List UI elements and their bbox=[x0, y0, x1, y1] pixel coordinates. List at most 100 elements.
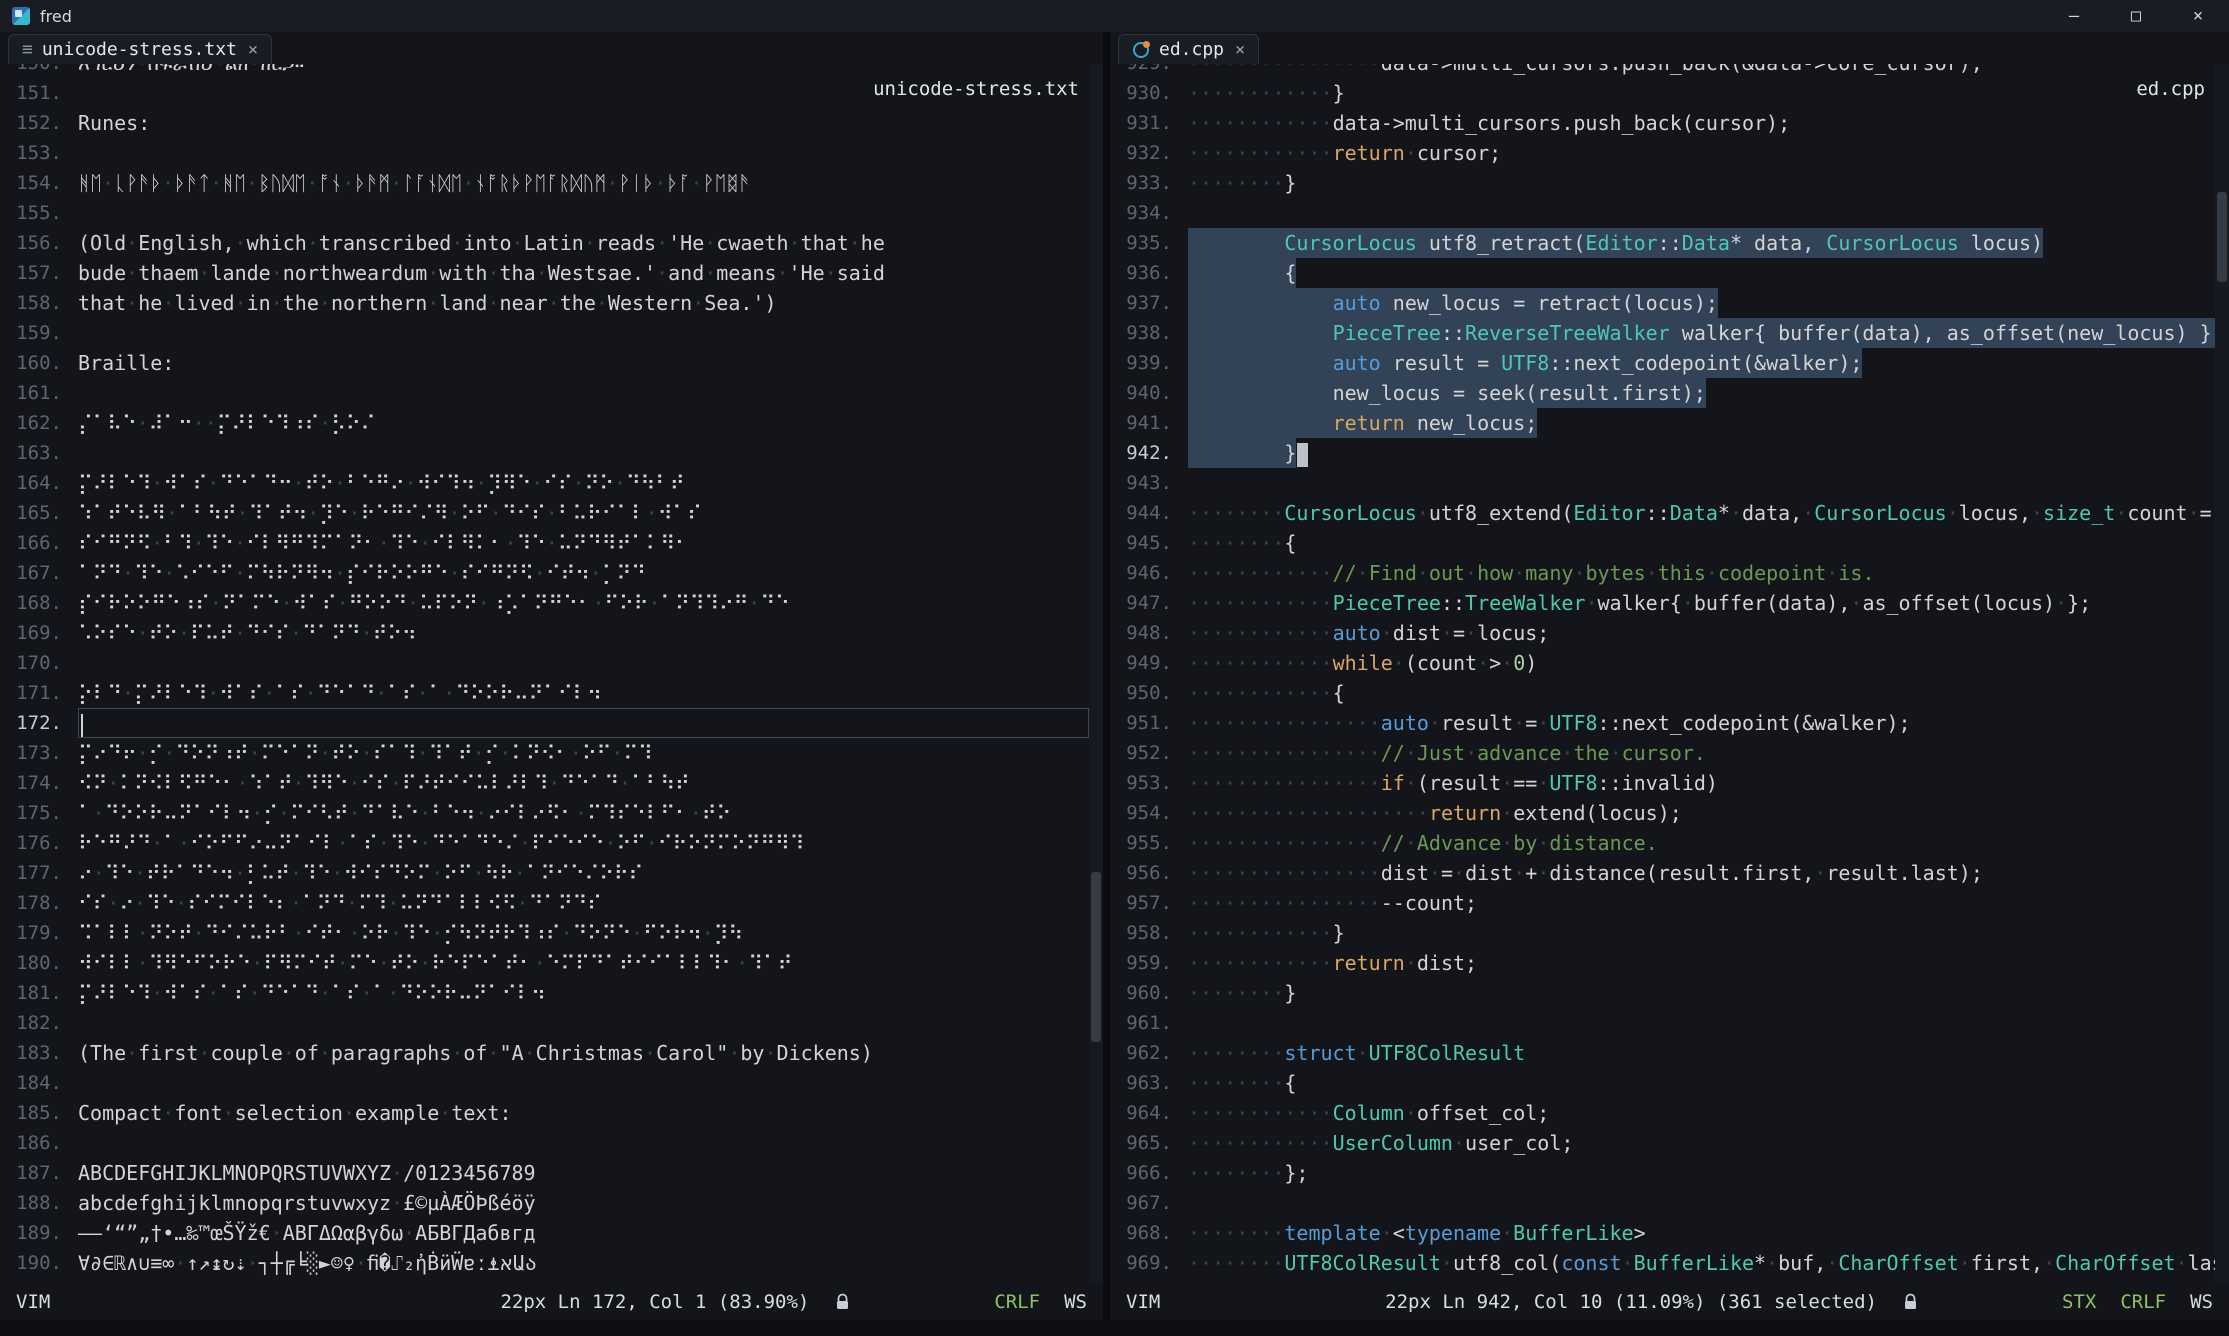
code-line[interactable]: 964.············Column·offset_col; bbox=[1110, 1098, 2215, 1128]
code-line[interactable]: 183.(The·first·couple·of·paragraphs·of·"… bbox=[0, 1038, 1089, 1068]
code-line[interactable]: 165.⠱⠁⠞⠑⠧⠻·⠁⠃⠳⠞·⠹⠁⠞⠲·⡹⠑·⠗⠑⠛⠊⠌⠻·⠕⠋·⠙⠊⠎·⠃⠥… bbox=[0, 498, 1089, 528]
code-line[interactable]: 168.⡎⠊⠗⠕⠕⠛⠑⠰⠎·⠝⠁⠍⠑·⠺⠁⠎·⠛⠕⠕⠙·⠥⠏⠕⠝·⠰⡡⠁⠝⠛⠑⠂… bbox=[0, 588, 1089, 618]
code-line[interactable]: 931.············data->multi_cursors.push… bbox=[1110, 108, 2215, 138]
code-line[interactable]: 957.················--count; bbox=[1110, 888, 2215, 918]
code-line[interactable]: 177.⠔·⠹⠑·⠞⠗⠁⠙⠑⠲·⡃⠥⠞·⠹⠑·⠺⠊⠎⠙⠕⠍·⠕⠋·⠳⠗·⠁⠝⠊⠑… bbox=[0, 858, 1089, 888]
code-line[interactable]: 186. bbox=[0, 1128, 1089, 1158]
code-line[interactable]: 961. bbox=[1110, 1008, 2215, 1038]
code-line[interactable]: 166.⠎⠊⠛⠝⠫·⠃⠹·⠹⠑·⠊⠇⠻⠛⠹⠍⠁⠝⠂·⠹⠑·⠊⠇⠻⠅⠂·⠹⠑·⠥⠝… bbox=[0, 528, 1089, 558]
code-line[interactable]: 962.········struct·UTF8ColResult bbox=[1110, 1038, 2215, 1068]
code-line[interactable]: 175.⠁·⠙⠕⠕⠗⠤⠝⠁⠊⠇⠲·⡊·⠍⠊⠣⠞·⠙⠁⠧⠑·⠃⠑⠲·⠔⠊⠇⠔⠫⠂·… bbox=[0, 798, 1089, 828]
code-line[interactable]: 170. bbox=[0, 648, 1089, 678]
code-line[interactable]: 155. bbox=[0, 198, 1089, 228]
code-line[interactable]: 158.that·he·lived·in·the·northern·land·n… bbox=[0, 288, 1089, 318]
minimize-button[interactable]: — bbox=[2043, 0, 2105, 32]
code-line[interactable]: 171.⡕⠇⠙·⡍⠜⠇⠑⠹·⠺⠁⠎·⠁⠎·⠙⠑⠁⠙·⠁⠎·⠁·⠙⠕⠕⠗⠤⠝⠁⠊⠇… bbox=[0, 678, 1089, 708]
code-line[interactable]: 180.⠺⠊⠇⠇·⠹⠻⠑⠋⠕⠗⠑·⠏⠻⠍⠊⠞·⠍⠑·⠞⠕·⠗⠑⠏⠑⠁⠞⠂·⠑⠍⠏… bbox=[0, 948, 1089, 978]
code-line[interactable]: 937.············auto·new_locus·=·retract… bbox=[1110, 288, 2215, 318]
ws-indicator[interactable]: WS bbox=[2190, 1291, 2213, 1313]
crlf-indicator[interactable]: CRLF bbox=[2120, 1291, 2166, 1313]
code-line[interactable]: 966.········}; bbox=[1110, 1158, 2215, 1188]
code-line[interactable]: 159. bbox=[0, 318, 1089, 348]
code-line[interactable]: 958.············} bbox=[1110, 918, 2215, 948]
code-line[interactable]: 949.············while·(count·>·0) bbox=[1110, 648, 2215, 678]
code-line[interactable]: 190.∀∂∈ℝ∧∪≡∞·↑↗↨↻⇣·┐┼╔╘░►☺♀·ﬁ�⑀₂ἠḂӥẄɐː⍎א… bbox=[0, 1248, 1089, 1278]
code-line[interactable]: 182. bbox=[0, 1008, 1089, 1038]
code-line[interactable]: 942.········} bbox=[1110, 438, 2215, 468]
code-line[interactable]: 161. bbox=[0, 378, 1089, 408]
code-line[interactable]: 167.⠁⠝⠙·⠹⠑·⠡⠊⠑⠋·⠍⠳⠗⠝⠻⠲·⡎⠊⠗⠕⠕⠛⠑·⠎⠊⠛⠝⠫·⠊⠞⠲… bbox=[0, 558, 1089, 588]
code-line[interactable]: 176.⠗⠑⠛⠜⠙·⠁·⠊⠕⠋⠋⠔⠤⠝⠁⠊⠇·⠁⠎·⠹⠑·⠙⠑⠁⠙⠑⠌·⠏⠊⠑⠊… bbox=[0, 828, 1089, 858]
code-line[interactable]: 189.–—‘“”„†•…‰™œŠŸž€·ΑΒΓΔΩαβγδω·АБВГДабв… bbox=[0, 1218, 1089, 1248]
code-line[interactable]: 969.········UTF8ColResult·utf8_col(const… bbox=[1110, 1248, 2215, 1278]
code-line[interactable]: 948.············auto·dist·=·locus; bbox=[1110, 618, 2215, 648]
code-line[interactable]: 154.ᚻᛖ·ᚳᚹᚫᚦ·ᚦᚫᛏ·ᚻᛖ·ᛒᚢᛞᛖ·ᚩᚾ·ᚦᚫᛗ·ᛚᚪᚾᛞᛖ·ᚾᚩᚱ… bbox=[0, 168, 1089, 198]
tab-unicode-stress-txt[interactable]: ≡ unicode-stress.txt × bbox=[8, 34, 272, 64]
crlf-indicator[interactable]: CRLF bbox=[994, 1291, 1040, 1313]
code-line[interactable]: 152.Runes: bbox=[0, 108, 1089, 138]
code-line[interactable]: 953.················if·(result·==·UTF8::… bbox=[1110, 768, 2215, 798]
code-line[interactable]: 950.············{ bbox=[1110, 678, 2215, 708]
code-line[interactable]: 932.············return·cursor; bbox=[1110, 138, 2215, 168]
tab-close-icon[interactable]: × bbox=[248, 40, 258, 60]
code-line[interactable]: 181.⡍⠜⠇⠑⠹·⠺⠁⠎·⠁⠎·⠙⠑⠁⠙·⠁⠎·⠁·⠙⠕⠕⠗⠤⠝⠁⠊⠇⠲ bbox=[0, 978, 1089, 1008]
code-line[interactable]: 179.⠩⠁⠇⠇·⠝⠕⠞·⠙⠊⠌⠥⠗⠃·⠊⠞⠂·⠕⠗·⠹⠑·⡊⠳⠝⠞⠗⠹⠰⠎·⠙… bbox=[0, 918, 1089, 948]
code-line[interactable]: 930.············} bbox=[1110, 78, 2215, 108]
code-line[interactable]: 946.············//·Find·out·how·many·byt… bbox=[1110, 558, 2215, 588]
code-line[interactable]: 960.········} bbox=[1110, 978, 2215, 1008]
code-line[interactable]: 157.bude·thaem·lande·northweardum·with·t… bbox=[0, 258, 1089, 288]
horizontal-scrollbar-strip[interactable] bbox=[0, 1320, 2229, 1336]
code-line[interactable]: 943. bbox=[1110, 468, 2215, 498]
right-status-bar: VIM 22px Ln 942, Col 10 (11.09%) (361 se… bbox=[1110, 1284, 2229, 1320]
pane-divider[interactable] bbox=[1103, 32, 1110, 1320]
code-line[interactable]: 956.················dist·=·dist·+·distan… bbox=[1110, 858, 2215, 888]
right-scrollbar-thumb[interactable] bbox=[2217, 192, 2227, 282]
code-line[interactable]: 938.············PieceTree::ReverseTreeWa… bbox=[1110, 318, 2215, 348]
tab-ed-cpp[interactable]: ed.cpp × bbox=[1118, 34, 1259, 64]
code-line[interactable]: 178.⠊⠎·⠔·⠹⠑·⠎⠊⠍⠊⠇⠑⠆·⠁⠝⠙·⠍⠹·⠥⠝⠙⠁⠇⠇⠪⠫·⠙⠁⠝⠙… bbox=[0, 888, 1089, 918]
tab-close-icon[interactable]: × bbox=[1235, 40, 1245, 60]
code-line[interactable]: 163. bbox=[0, 438, 1089, 468]
code-line[interactable]: 160.Braille: bbox=[0, 348, 1089, 378]
code-line[interactable]: 184. bbox=[0, 1068, 1089, 1098]
code-line[interactable]: 174.⠪⠝·⠅⠝⠪⠇⠫⠛⠑⠂·⠱⠁⠞·⠹⠻⠑·⠊⠎·⠏⠜⠞⠊⠊⠥⠇⠜⠇⠹·⠙⠑… bbox=[0, 768, 1089, 798]
maximize-button[interactable]: □ bbox=[2105, 0, 2167, 32]
code-line[interactable]: 967. bbox=[1110, 1188, 2215, 1218]
code-line[interactable]: 968.········template·<typename·BufferLik… bbox=[1110, 1218, 2215, 1248]
line-number: 930. bbox=[1110, 78, 1172, 108]
left-scrollbar-thumb[interactable] bbox=[1091, 872, 1101, 1042]
right-vertical-scrollbar[interactable] bbox=[2215, 64, 2229, 1284]
code-line[interactable]: 169.⠡⠕⠎⠑·⠞⠕·⠏⠥⠞·⠙⠊⠎·⠙⠁⠝⠙·⠞⠕⠲ bbox=[0, 618, 1089, 648]
code-line[interactable]: 941.············return·new_locus; bbox=[1110, 408, 2215, 438]
code-line[interactable]: 939.············auto·result·=·UTF8::next… bbox=[1110, 348, 2215, 378]
code-line[interactable]: 172. bbox=[0, 708, 1089, 738]
code-line[interactable]: 933.········} bbox=[1110, 168, 2215, 198]
code-line[interactable]: 947.············PieceTree::TreeWalker·wa… bbox=[1110, 588, 2215, 618]
code-line[interactable]: 173.⡍⠔⠙⠖·⡊·⠙⠕⠝⠰⠞·⠍⠑⠁⠝·⠞⠕·⠎⠁⠹·⠹⠁⠞·⡊·⠅⠝⠪⠂·… bbox=[0, 738, 1089, 768]
code-line[interactable]: 164.⡍⠜⠇⠑⠹·⠺⠁⠎·⠙⠑⠁⠙⠒·⠞⠕·⠃⠑⠛⠔·⠺⠊⠹⠲·⡹⠻⠑·⠊⠎·… bbox=[0, 468, 1089, 498]
code-line[interactable]: 951.················auto·result·=·UTF8::… bbox=[1110, 708, 2215, 738]
stx-indicator[interactable]: STX bbox=[2062, 1291, 2096, 1313]
code-line[interactable]: 935.········CursorLocus·utf8_retract(Edi… bbox=[1110, 228, 2215, 258]
code-line[interactable]: 185.Compact·font·selection·example·text: bbox=[0, 1098, 1089, 1128]
code-line[interactable]: 955.················//·Advance·by·distan… bbox=[1110, 828, 2215, 858]
code-line[interactable]: 945.········{ bbox=[1110, 528, 2215, 558]
code-line[interactable]: 940.············new_locus·=·seek(result.… bbox=[1110, 378, 2215, 408]
code-line[interactable]: 959.············return·dist; bbox=[1110, 948, 2215, 978]
close-button[interactable]: × bbox=[2167, 0, 2229, 32]
code-line[interactable]: 963.········{ bbox=[1110, 1068, 2215, 1098]
code-line[interactable]: 188.abcdefghijklmnopqrstuvwxyz·£©µÀÆÖÞßé… bbox=[0, 1188, 1089, 1218]
code-line[interactable]: 965.············UserColumn·user_col; bbox=[1110, 1128, 2215, 1158]
code-line[interactable]: 954.····················return·extend(lo… bbox=[1110, 798, 2215, 828]
code-line[interactable]: 936.········{ bbox=[1110, 258, 2215, 288]
code-line[interactable]: 187.ABCDEFGHIJKLMNOPQRSTUVWXYZ·/01234567… bbox=[0, 1158, 1089, 1188]
code-line[interactable]: 934. bbox=[1110, 198, 2215, 228]
ws-indicator[interactable]: WS bbox=[1064, 1291, 1087, 1313]
line-text: (Old·English,·which·transcribed·into·Lat… bbox=[78, 228, 1089, 258]
code-line[interactable]: 153. bbox=[0, 138, 1089, 168]
code-line[interactable]: 162.⡌⠁⠧⠑·⠼⠁⠒··⡍⠜⠇⠑⠹⠰⠎·⡣⠕⠌ bbox=[0, 408, 1089, 438]
code-line[interactable]: 944.········CursorLocus·utf8_extend(Edit… bbox=[1110, 498, 2215, 528]
left-vertical-scrollbar[interactable] bbox=[1089, 64, 1103, 1284]
code-line[interactable]: 156.(Old·English,·which·transcribed·into… bbox=[0, 228, 1089, 258]
code-line[interactable]: 952.················//·Just·advance·the·… bbox=[1110, 738, 2215, 768]
